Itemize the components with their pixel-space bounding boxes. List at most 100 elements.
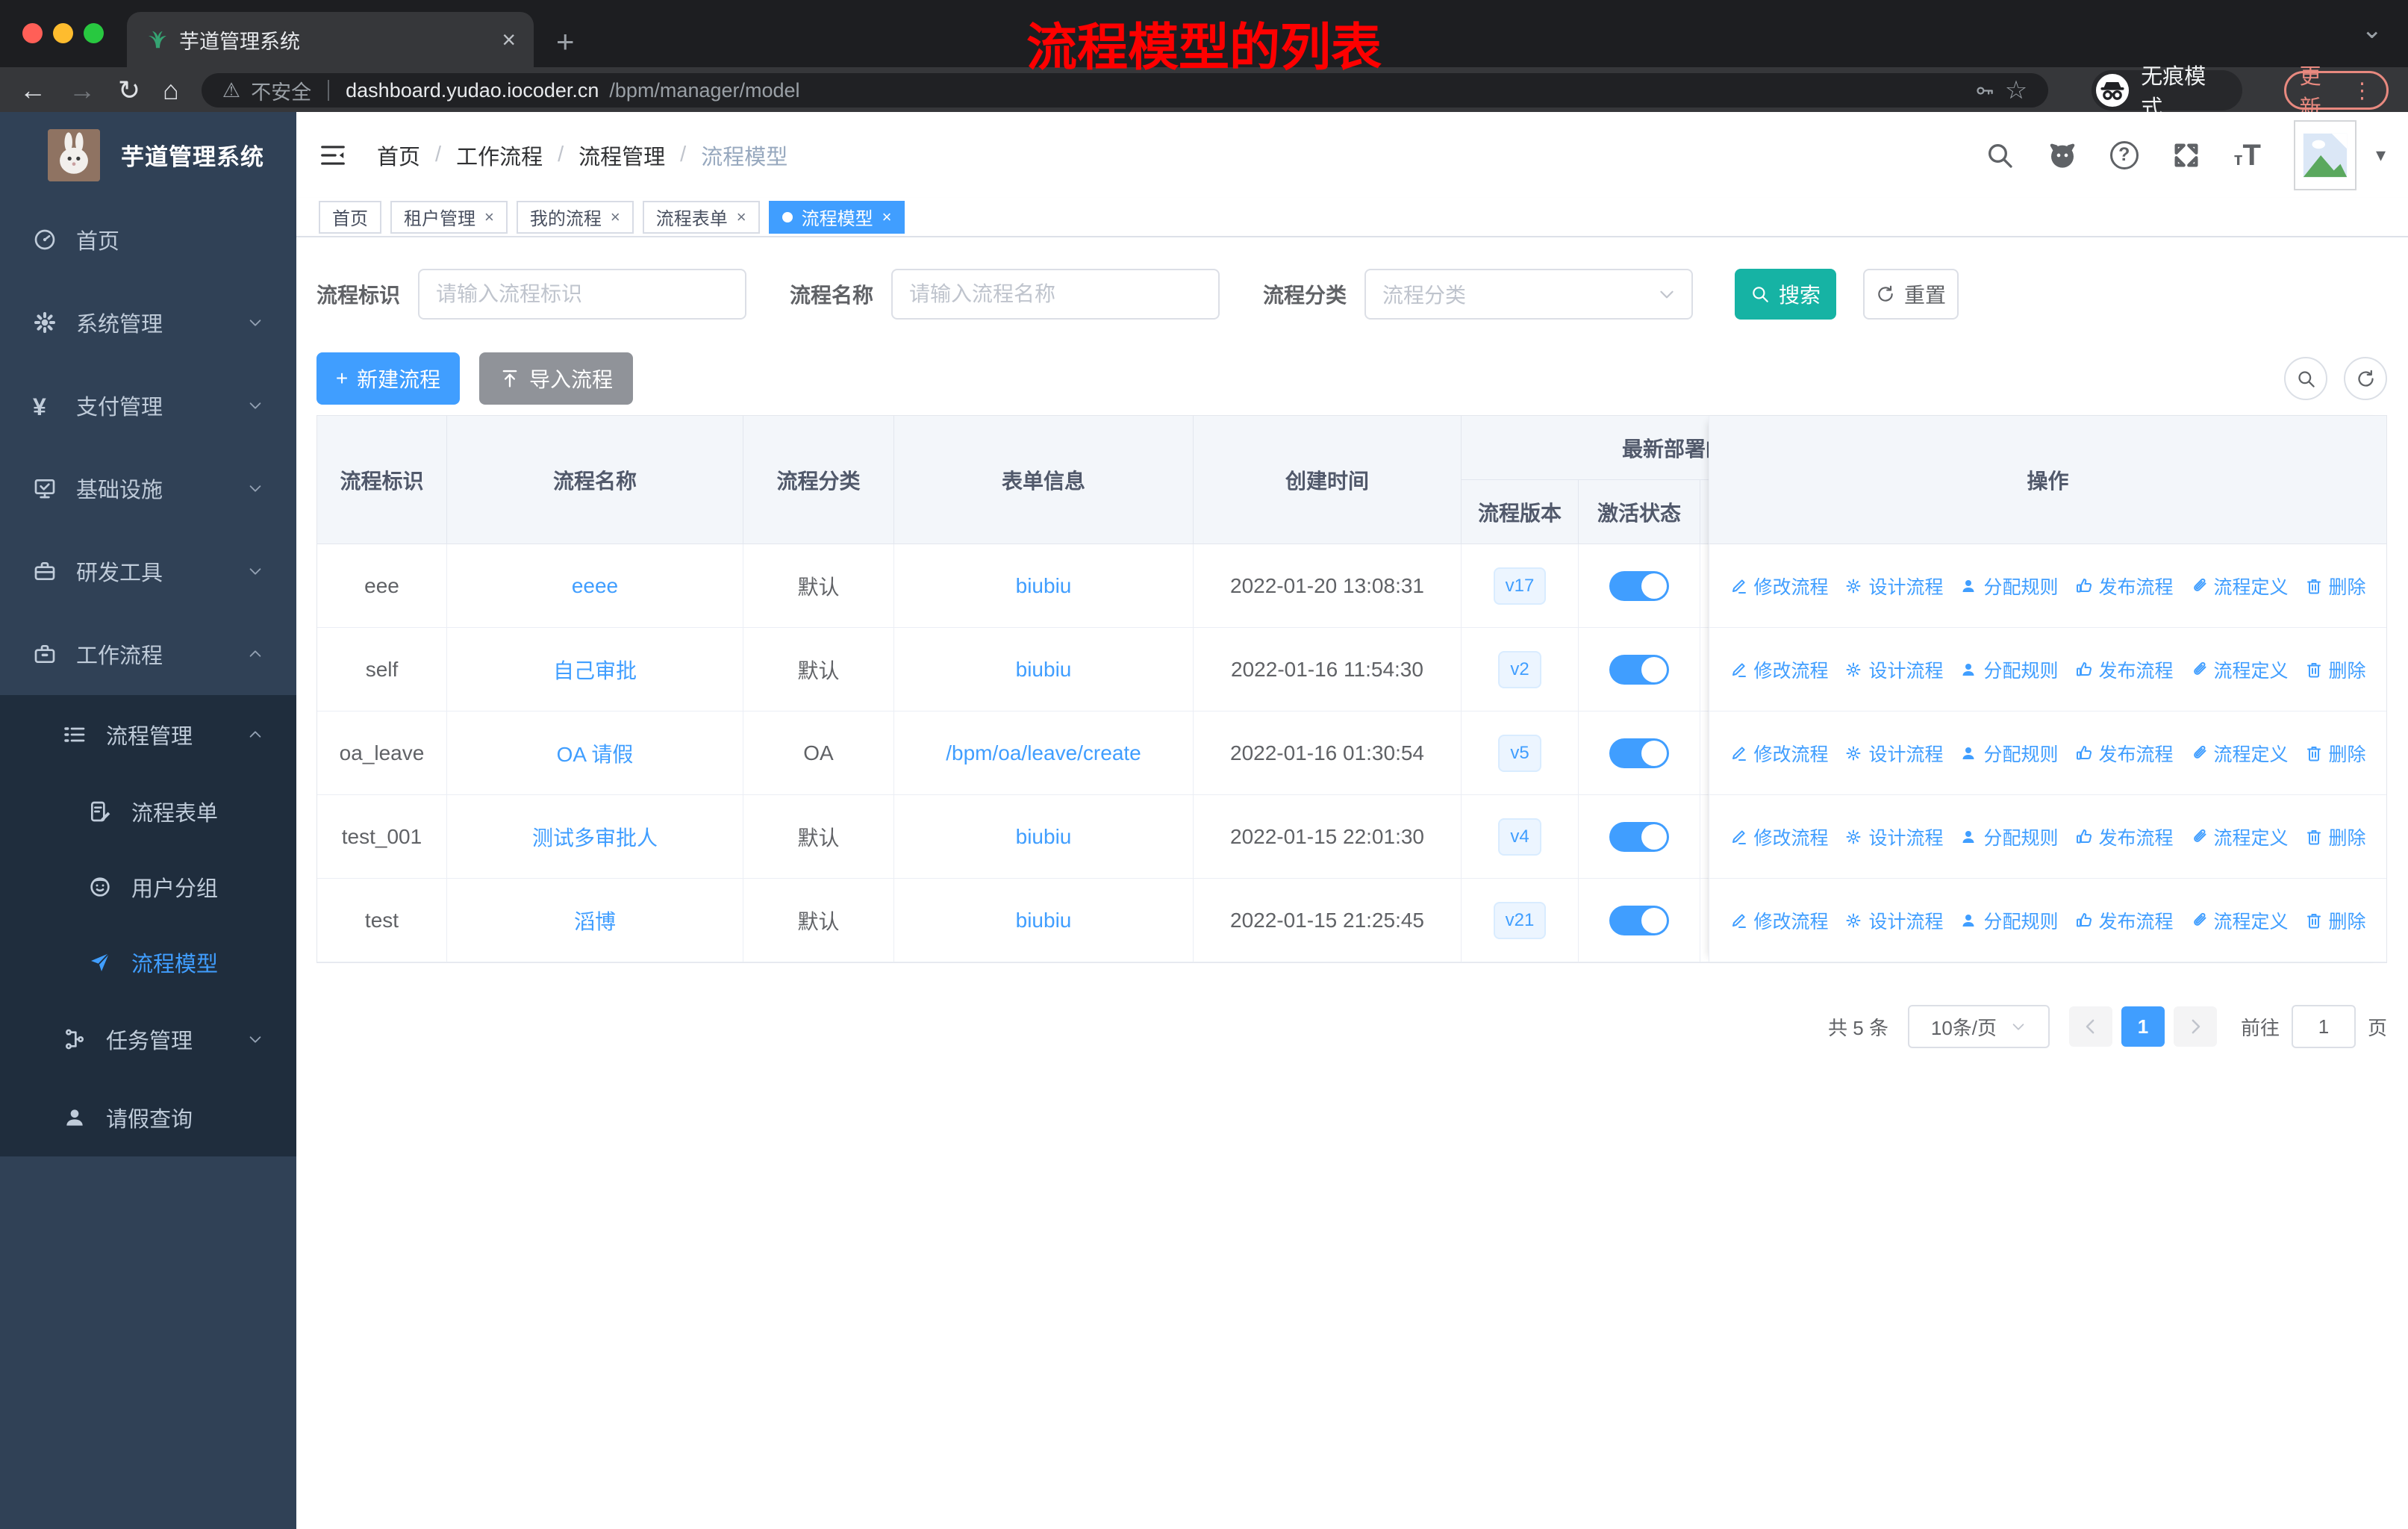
action-design-link[interactable]: 设计流程 [1844,907,1943,934]
search-icon[interactable] [1985,140,2015,170]
action-publish-link[interactable]: 发布流程 [2075,907,2174,934]
action-design-link[interactable]: 设计流程 [1844,656,1943,683]
action-edit-link[interactable]: 修改流程 [1729,823,1828,850]
breadcrumb-item[interactable]: 首页 [377,140,420,171]
form-info-link[interactable]: biubiu [1016,825,1072,849]
page-number-button[interactable]: 1 [2121,1006,2165,1047]
password-key-icon[interactable] [1974,81,1994,101]
action-definition-link[interactable]: 流程定义 [2190,656,2289,683]
process-name-link[interactable]: 自己审批 [553,655,637,685]
action-definition-link[interactable]: 流程定义 [2190,823,2289,850]
status-toggle[interactable] [1609,570,1669,601]
status-toggle[interactable] [1609,821,1669,852]
tag-close-icon[interactable]: × [611,208,620,227]
action-assign-link[interactable]: 分配规则 [1959,573,2059,600]
action-publish-link[interactable]: 发布流程 [2075,656,2174,683]
status-toggle[interactable] [1609,654,1669,685]
action-design-link[interactable]: 设计流程 [1844,823,1943,850]
home-button[interactable]: ⌂ [163,77,179,104]
action-publish-link[interactable]: 发布流程 [2075,740,2174,767]
process-category-select[interactable]: 流程分类 [1364,269,1694,320]
version-badge[interactable]: v4 [1498,818,1541,856]
avatar-caret-icon[interactable]: ▾ [2376,143,2386,166]
fullscreen-icon[interactable] [2171,140,2201,170]
action-delete-link[interactable]: 删除 [2305,573,2366,600]
sidebar-item-用户分组[interactable]: 用户分组 [0,849,296,924]
action-edit-link[interactable]: 修改流程 [1729,740,1828,767]
action-edit-link[interactable]: 修改流程 [1729,573,1828,600]
sidebar-item-流程模型[interactable]: 流程模型 [0,924,296,1000]
status-toggle[interactable] [1609,738,1669,768]
process-name-link[interactable]: 测试多审批人 [532,822,658,852]
tag-close-icon[interactable]: × [737,208,746,227]
status-toggle[interactable] [1609,905,1669,935]
back-button[interactable]: ← [19,77,46,104]
action-edit-link[interactable]: 修改流程 [1729,907,1828,934]
breadcrumb-item[interactable]: 工作流程 [456,140,543,171]
action-delete-link[interactable]: 删除 [2305,907,2366,934]
browser-tab[interactable]: 芋道管理系统 × [127,12,534,67]
version-badge[interactable]: v21 [1493,901,1547,939]
form-info-link[interactable]: biubiu [1016,574,1072,598]
reset-button[interactable]: 重置 [1863,269,1959,320]
sidebar-item-系统管理[interactable]: 系统管理 [0,281,296,364]
tag-close-icon[interactable]: × [882,208,892,227]
action-definition-link[interactable]: 流程定义 [2190,740,2289,767]
tab-search-icon[interactable]: ⌄ [2362,15,2383,45]
search-button[interactable]: 搜索 [1735,269,1837,320]
breadcrumb-item[interactable]: 流程模型 [701,140,787,171]
action-delete-link[interactable]: 删除 [2305,656,2366,683]
sidebar-item-基础设施[interactable]: 基础设施 [0,446,296,529]
browser-update-button[interactable]: 更新 ⋮ [2283,65,2389,120]
browser-menu-icon[interactable]: ⋮ [2351,78,2373,104]
page-size-select[interactable]: 10条/页 [1907,1005,2050,1048]
tag-流程模型[interactable]: 流程模型 × [768,200,905,234]
sidebar-item-流程表单[interactable]: 流程表单 [0,773,296,849]
next-page-button[interactable] [2173,1006,2217,1047]
window-close-button[interactable] [22,23,43,43]
action-assign-link[interactable]: 分配规则 [1959,740,2059,767]
form-info-link[interactable]: /bpm/oa/leave/create [946,741,1141,765]
process-name-link[interactable]: eeee [572,574,618,598]
help-icon[interactable]: ? [2109,140,2139,169]
tag-流程表单[interactable]: 流程表单 × [642,200,760,234]
action-publish-link[interactable]: 发布流程 [2075,823,2174,850]
window-minimize-button[interactable] [53,23,73,43]
sidebar-item-首页[interactable]: 首页 [0,198,296,281]
prev-page-button[interactable] [2068,1006,2112,1047]
action-delete-link[interactable]: 删除 [2305,823,2366,850]
version-badge[interactable]: v2 [1498,650,1541,688]
goto-page-input[interactable] [2291,1005,2356,1048]
process-name-link[interactable]: OA 请假 [557,738,634,768]
form-info-link[interactable]: biubiu [1016,658,1072,682]
action-edit-link[interactable]: 修改流程 [1729,656,1828,683]
toggle-search-button[interactable] [2284,357,2327,400]
create-process-button[interactable]: + 新建流程 [316,352,460,405]
import-process-button[interactable]: 导入流程 [479,352,633,405]
sidebar-item-支付管理[interactable]: ¥ 支付管理 [0,364,296,446]
action-assign-link[interactable]: 分配规则 [1959,907,2059,934]
refresh-table-button[interactable] [2344,357,2387,400]
tag-我的流程[interactable]: 我的流程 × [516,200,634,234]
tag-close-icon[interactable]: × [484,208,494,227]
font-size-icon[interactable]: тT [2234,140,2261,170]
tag-租户管理[interactable]: 租户管理 × [390,200,508,234]
action-definition-link[interactable]: 流程定义 [2190,907,2289,934]
version-badge[interactable]: v5 [1498,734,1541,772]
process-name-link[interactable]: 滔博 [574,906,616,935]
action-publish-link[interactable]: 发布流程 [2075,573,2174,600]
tab-close-icon[interactable]: × [502,28,516,52]
reload-button[interactable]: ↻ [118,77,140,104]
breadcrumb-item[interactable]: 流程管理 [578,140,665,171]
process-name-input[interactable] [891,269,1220,320]
action-design-link[interactable]: 设计流程 [1844,573,1943,600]
action-delete-link[interactable]: 删除 [2305,740,2366,767]
bookmark-star-icon[interactable]: ☆ [2005,75,2027,105]
sidebar-item-研发工具[interactable]: 研发工具 [0,529,296,612]
sidebar-item-任务管理[interactable]: 任务管理 [0,1000,296,1078]
sidebar-item-请假查询[interactable]: 请假查询 [0,1078,296,1156]
form-info-link[interactable]: biubiu [1016,909,1072,932]
avatar[interactable] [2293,119,2356,190]
action-assign-link[interactable]: 分配规则 [1959,656,2059,683]
sidebar-collapse-icon[interactable] [319,141,347,169]
